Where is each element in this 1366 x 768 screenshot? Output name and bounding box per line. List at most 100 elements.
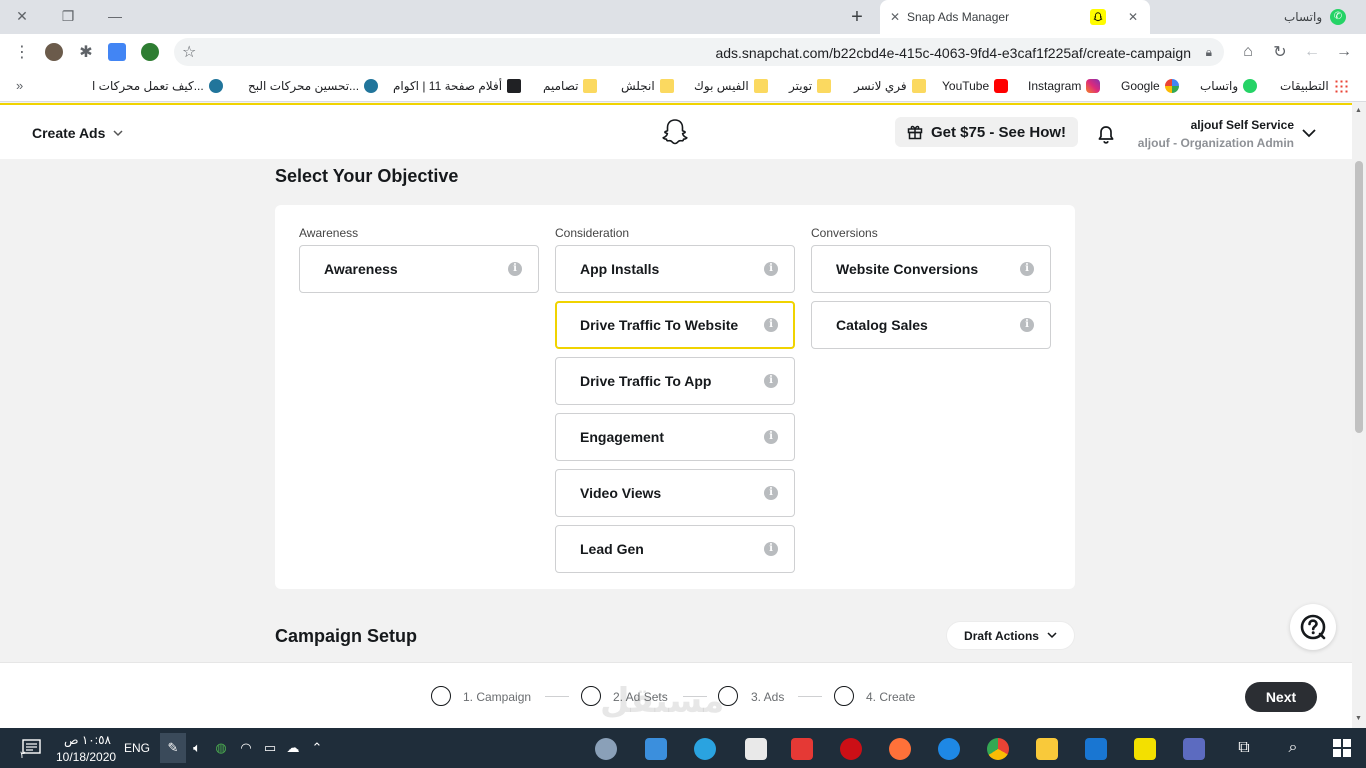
scroll-down-arrow-icon[interactable]: ▼ <box>1355 715 1362 722</box>
draft-actions-dropdown[interactable]: Draft Actions <box>946 621 1075 650</box>
bookmark-english[interactable]: انجلش <box>621 77 674 95</box>
objective-option-lead-gen[interactable]: Lead Gen i <box>555 525 795 573</box>
account-chevron-down-icon[interactable] <box>1300 126 1318 140</box>
show-hidden-icons-chevron[interactable]: ⌃ <box>309 740 325 756</box>
bookmark-instagram[interactable]: Instagram <box>1028 77 1101 95</box>
bookmark-whatsapp[interactable]: واتساب <box>1200 77 1258 95</box>
bookmark-freelancer[interactable]: فري لانسر <box>854 77 926 95</box>
windows-start-icon[interactable] <box>1333 739 1351 757</box>
back-arrow-icon[interactable]: ← <box>1302 42 1322 62</box>
volume-icon[interactable]: 🔈︎ <box>189 740 205 756</box>
objective-option-drive-traffic-to-app[interactable]: Drive Traffic To App i <box>555 357 795 405</box>
info-icon[interactable]: i <box>764 542 778 556</box>
info-icon[interactable]: i <box>764 486 778 500</box>
objective-option-engagement[interactable]: Engagement i <box>555 413 795 461</box>
info-icon[interactable]: i <box>764 262 778 276</box>
wifi-icon[interactable]: ◠ <box>238 740 254 756</box>
network-globe-icon[interactable]: ◍ <box>213 740 229 756</box>
telegram-icon[interactable] <box>694 738 716 760</box>
info-icon[interactable]: i <box>508 262 522 276</box>
bookmark-apps[interactable]: التطبيقات <box>1280 77 1348 95</box>
clock-time[interactable]: ١٠:٥٨ ص <box>64 733 111 747</box>
next-button[interactable]: Next <box>1245 682 1317 712</box>
objective-option-drive-traffic-to-website[interactable]: Drive Traffic To Website i <box>555 301 795 349</box>
page-scrollbar[interactable]: ▲ ▼ <box>1352 103 1366 728</box>
translate-extension-icon[interactable] <box>108 43 126 61</box>
bookmark-seo[interactable]: تحسين محركات البح... <box>248 77 379 95</box>
notification-bell-icon[interactable] <box>1097 125 1115 145</box>
info-icon[interactable]: i <box>764 318 778 332</box>
language-indicator[interactable]: ENG <box>124 741 150 755</box>
bookmark-star-icon[interactable]: ☆ <box>182 42 196 62</box>
edge-icon[interactable] <box>938 738 960 760</box>
taskbar-app-icon[interactable] <box>791 738 813 760</box>
promo-button[interactable]: Get $75 - See How! <box>895 117 1079 147</box>
step-4-circle[interactable] <box>834 686 854 706</box>
window-close-icon[interactable]: ✕ <box>10 6 34 26</box>
taskbar-app-icon[interactable] <box>645 738 667 760</box>
extensions-puzzle-icon[interactable]: ✱ <box>76 42 96 62</box>
more-bookmarks-chevron[interactable]: » <box>16 78 23 93</box>
objective-option-awareness[interactable]: Awareness i <box>299 245 539 293</box>
step-1-circle[interactable] <box>431 686 451 706</box>
info-icon[interactable]: i <box>764 374 778 388</box>
objective-option-video-views[interactable]: Video Views i <box>555 469 795 517</box>
forward-arrow-icon[interactable]: → <box>1334 42 1354 62</box>
profile-avatar[interactable] <box>45 43 63 61</box>
extension-globe-icon[interactable] <box>141 43 159 61</box>
tab-snap-ads-manager[interactable]: ✕ Snap Ads Manager ✕ <box>880 0 1150 34</box>
help-button[interactable] <box>1290 604 1336 650</box>
info-icon[interactable]: i <box>1020 318 1034 332</box>
solitaire-icon[interactable] <box>745 738 767 760</box>
account-role[interactable]: aljouf - Organization Admin <box>1138 136 1294 150</box>
chrome-icon[interactable] <box>987 738 1009 760</box>
tab-close-icon[interactable]: ✕ <box>890 10 900 24</box>
window-restore-icon[interactable]: ❐ <box>56 6 80 26</box>
address-bar[interactable]: ☆ ads.snapchat.com/b22cbd4e-415c-4063-9f… <box>174 38 1224 66</box>
home-icon[interactable]: ⌂ <box>1238 42 1258 62</box>
menu-kebab-icon[interactable]: ⋮ <box>12 42 32 62</box>
objective-option-catalog-sales[interactable]: Catalog Sales i <box>811 301 1051 349</box>
taskbar-app-icon[interactable] <box>595 738 617 760</box>
info-icon[interactable]: i <box>764 430 778 444</box>
snapchat-ghost-logo-icon[interactable] <box>662 118 688 146</box>
mail-icon[interactable] <box>1085 738 1107 760</box>
bookmark-designs[interactable]: تصاميم <box>543 77 598 95</box>
search-icon[interactable]: ⌕ <box>1285 740 1301 756</box>
scroll-thumb[interactable] <box>1355 161 1363 433</box>
window-minimize-icon[interactable]: — <box>103 6 127 26</box>
onedrive-cloud-icon[interactable]: ☁ <box>285 740 301 756</box>
tab-close-icon[interactable]: ✕ <box>1128 10 1138 24</box>
create-ads-dropdown[interactable]: Create Ads <box>32 125 123 141</box>
bookmark-twitter[interactable]: تويتر <box>789 77 832 95</box>
task-view-icon[interactable]: ⧉ <box>1236 740 1252 756</box>
step-3-label[interactable]: 3. Ads <box>751 690 784 704</box>
url-text[interactable]: ads.snapchat.com/b22cbd4e-415c-4063-9fd4… <box>715 45 1191 61</box>
step-1-label[interactable]: 1. Campaign <box>463 690 531 704</box>
pen-workspace-icon[interactable]: ✎ <box>160 733 186 763</box>
info-icon[interactable]: i <box>1020 262 1034 276</box>
sticky-notes-icon[interactable] <box>1134 738 1156 760</box>
scroll-up-arrow-icon[interactable]: ▲ <box>1355 107 1362 114</box>
battery-icon[interactable]: ▭ <box>262 740 278 756</box>
opera-icon[interactable] <box>840 738 862 760</box>
firefox-icon[interactable] <box>889 738 911 760</box>
step-4-label[interactable]: 4. Create <box>866 690 915 704</box>
tab-whatsapp-title[interactable]: واتساب <box>1284 10 1322 24</box>
bookmark-google[interactable]: Google <box>1121 77 1179 95</box>
new-tab-plus-icon[interactable]: + <box>846 7 868 27</box>
objective-option-website-conversions[interactable]: Website Conversions i <box>811 245 1051 293</box>
bookmark-akwam[interactable]: أفلام صفحة 11 | اكوام <box>393 77 522 95</box>
bookmark-facebook[interactable]: الفيس بوك <box>694 77 768 95</box>
step-connector <box>798 696 822 697</box>
file-explorer-icon[interactable] <box>1036 738 1058 760</box>
objective-option-app-installs[interactable]: App Installs i <box>555 245 795 293</box>
bookmark-youtube[interactable]: YouTube <box>942 77 1009 95</box>
store-icon[interactable] <box>1183 738 1205 760</box>
account-name[interactable]: aljouf Self Service <box>1191 118 1294 132</box>
step-2-circle[interactable] <box>581 686 601 706</box>
bookmark-search-engines[interactable]: كيف تعمل محركات ا... <box>92 77 223 95</box>
lock-icon[interactable]: 🔒︎ <box>1206 45 1212 60</box>
clock-date[interactable]: 10/18/2020 <box>56 750 116 764</box>
reload-icon[interactable]: ↻ <box>1270 42 1290 62</box>
